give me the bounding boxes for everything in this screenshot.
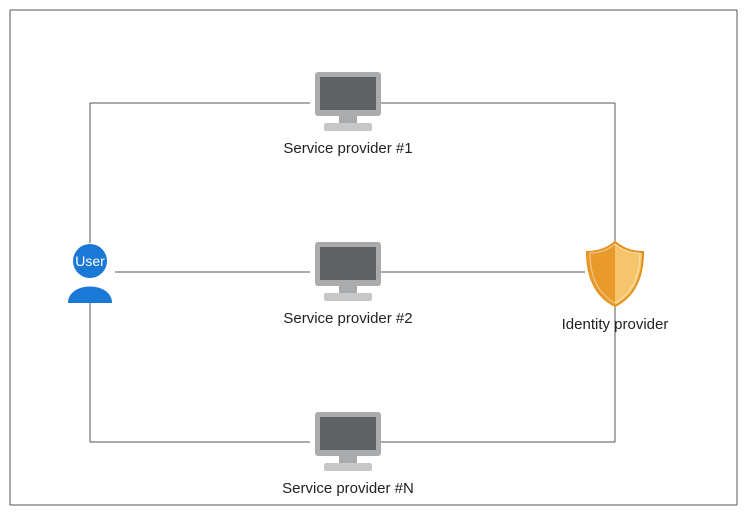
identity-provider-label: Identity provider <box>560 316 670 333</box>
user-node: User <box>65 243 115 308</box>
service-provider-2-label: Service provider #2 <box>273 310 423 327</box>
monitor-icon <box>309 240 387 304</box>
identity-provider-node: Identity provider <box>560 238 670 333</box>
service-provider-n-node: Service provider #N <box>273 410 423 497</box>
user-icon <box>65 243 115 303</box>
service-provider-1-node: Service provider #1 <box>273 70 423 157</box>
service-provider-2-node: Service provider #2 <box>273 240 423 327</box>
diagram-canvas: User Identity provider Service provider … <box>0 0 747 515</box>
monitor-icon <box>309 70 387 134</box>
monitor-icon <box>309 410 387 474</box>
service-provider-1-label: Service provider #1 <box>273 140 423 157</box>
service-provider-n-label: Service provider #N <box>273 480 423 497</box>
shield-icon <box>579 238 651 310</box>
user-label: User <box>65 253 115 269</box>
